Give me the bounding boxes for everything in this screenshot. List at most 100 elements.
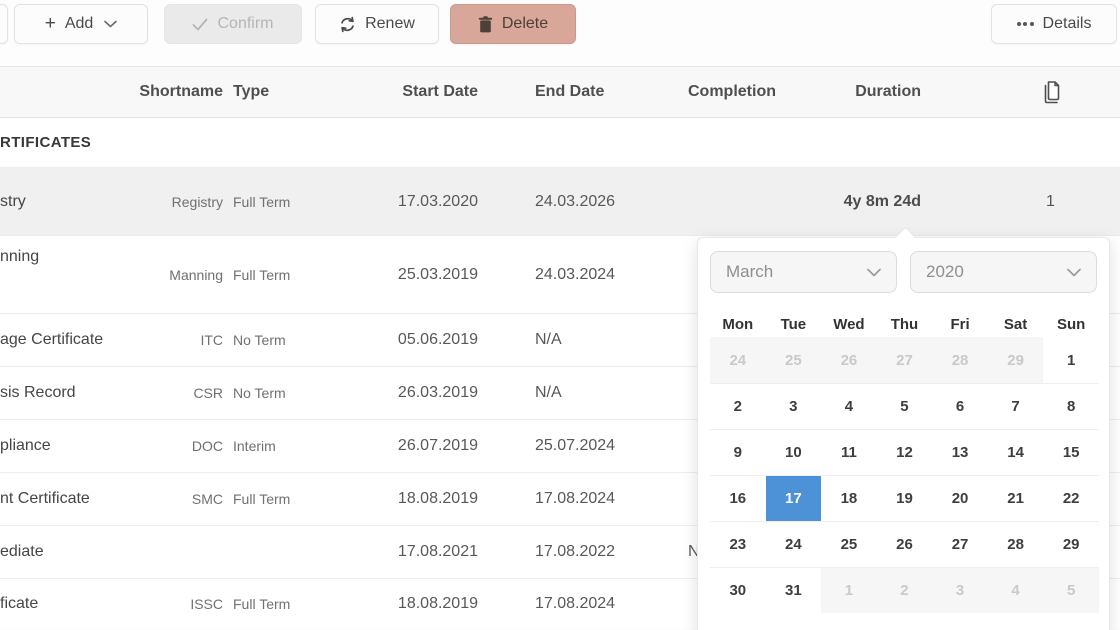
- chevron-down-icon: [104, 20, 117, 28]
- header-shortname: Shortname: [120, 83, 223, 101]
- header-start-date: Start Date: [353, 83, 478, 101]
- calendar-day-grid: 2425262728291234567891011121314151617181…: [710, 337, 1097, 613]
- add-button[interactable]: + Add: [14, 4, 148, 44]
- calendar-day[interactable]: 9: [710, 429, 766, 475]
- calendar-day[interactable]: 11: [821, 429, 877, 475]
- calendar-day[interactable]: 27: [932, 521, 988, 567]
- section-header-label: RTIFICATES: [0, 134, 91, 151]
- toolbar-stub-button[interactable]: [0, 4, 8, 44]
- calendar-day[interactable]: 29: [988, 337, 1044, 383]
- calendar-day[interactable]: 24: [710, 337, 766, 383]
- cell-name: pliance: [0, 437, 120, 455]
- cell-start: 17.03.2020: [353, 193, 478, 211]
- header-end-date: End Date: [478, 83, 685, 101]
- cell-start: 17.08.2021: [353, 543, 478, 561]
- table-row[interactable]: stryRegistryFull Term17.03.202024.03.202…: [0, 168, 1120, 236]
- calendar-day[interactable]: 1: [821, 567, 877, 613]
- calendar-day[interactable]: 6: [932, 383, 988, 429]
- weekday-label: Thu: [877, 316, 933, 333]
- cell-name: stry: [0, 193, 120, 211]
- details-button[interactable]: Details: [991, 4, 1117, 44]
- cell-type: No Term: [223, 332, 353, 348]
- calendar-day[interactable]: 2: [710, 383, 766, 429]
- cell-end: 24.03.2024: [478, 266, 685, 284]
- cell-type: Full Term: [223, 267, 353, 283]
- renew-button[interactable]: Renew: [315, 4, 439, 44]
- cell-start: 18.08.2019: [353, 595, 478, 613]
- month-select[interactable]: March: [710, 251, 897, 293]
- cell-end: N/A: [478, 384, 685, 402]
- copy-icon[interactable]: [1040, 79, 1062, 105]
- renew-button-label: Renew: [365, 15, 415, 33]
- ellipsis-icon: [1017, 22, 1034, 26]
- cell-short: Manning: [120, 267, 223, 283]
- cell-type: Full Term: [223, 491, 353, 507]
- calendar-day[interactable]: 30: [710, 567, 766, 613]
- calendar-day[interactable]: 28: [932, 337, 988, 383]
- cell-name: age Certificate: [0, 331, 120, 349]
- cell-name: sis Record: [0, 384, 120, 402]
- cell-short: Registry: [120, 194, 223, 210]
- calendar-day[interactable]: 19: [877, 475, 933, 521]
- weekday-label: Mon: [710, 316, 766, 333]
- calendar-day[interactable]: 5: [877, 383, 933, 429]
- calendar-day[interactable]: 27: [877, 337, 933, 383]
- calendar-day[interactable]: 2: [877, 567, 933, 613]
- calendar-day[interactable]: 15: [1043, 429, 1099, 475]
- calendar-day[interactable]: 31: [766, 567, 822, 613]
- calendar-day-selected[interactable]: 17: [766, 475, 822, 521]
- confirm-button[interactable]: Confirm: [164, 4, 302, 44]
- cell-type: Interim: [223, 438, 353, 454]
- calendar-day[interactable]: 18: [821, 475, 877, 521]
- calendar-day[interactable]: 3: [766, 383, 822, 429]
- cell-name: nning: [0, 236, 120, 266]
- calendar-day[interactable]: 4: [988, 567, 1044, 613]
- cell-name: ediate: [0, 543, 120, 561]
- cell-name: nt Certificate: [0, 490, 120, 508]
- calendar-day[interactable]: 14: [988, 429, 1044, 475]
- calendar-day[interactable]: 24: [766, 521, 822, 567]
- calendar-day[interactable]: 13: [932, 429, 988, 475]
- add-button-label: Add: [65, 15, 93, 33]
- calendar-day[interactable]: 25: [821, 521, 877, 567]
- cell-end: 24.03.2026: [478, 193, 685, 211]
- cell-type: Full Term: [223, 194, 353, 210]
- confirm-button-label: Confirm: [217, 15, 273, 33]
- calendar-day[interactable]: 25: [766, 337, 822, 383]
- calendar-day[interactable]: 26: [877, 521, 933, 567]
- calendar-day[interactable]: 7: [988, 383, 1044, 429]
- weekday-label: Fri: [932, 316, 988, 333]
- cell-short: DOC: [120, 438, 223, 454]
- cell-end: 17.08.2024: [478, 490, 685, 508]
- calendar-day[interactable]: 5: [1043, 567, 1099, 613]
- calendar-day[interactable]: 22: [1043, 475, 1099, 521]
- cell-start: 26.07.2019: [353, 437, 478, 455]
- calendar-day[interactable]: 21: [988, 475, 1044, 521]
- calendar-day[interactable]: 20: [932, 475, 988, 521]
- cell-name: ficate: [0, 595, 120, 613]
- cell-start: 18.08.2019: [353, 490, 478, 508]
- calendar-day[interactable]: 26: [821, 337, 877, 383]
- calendar-day[interactable]: 8: [1043, 383, 1099, 429]
- cell-start: 26.03.2019: [353, 384, 478, 402]
- calendar-day[interactable]: 4: [821, 383, 877, 429]
- delete-button-label: Delete: [502, 15, 548, 33]
- year-select[interactable]: 2020: [910, 251, 1097, 293]
- calendar-day[interactable]: 29: [1043, 521, 1099, 567]
- calendar-day[interactable]: 23: [710, 521, 766, 567]
- weekday-label: Tue: [766, 316, 822, 333]
- trash-icon: [478, 16, 493, 33]
- delete-button[interactable]: Delete: [450, 4, 576, 44]
- calendar-day[interactable]: 10: [766, 429, 822, 475]
- cell-end: 17.08.2022: [478, 543, 685, 561]
- details-button-label: Details: [1043, 15, 1092, 33]
- calendar-day[interactable]: 28: [988, 521, 1044, 567]
- cell-start: 05.06.2019: [353, 331, 478, 349]
- header-duration: Duration: [805, 83, 921, 101]
- calendar-day[interactable]: 3: [932, 567, 988, 613]
- cell-short: ISSC: [120, 596, 223, 612]
- cell-end: N/A: [478, 331, 685, 349]
- calendar-day[interactable]: 12: [877, 429, 933, 475]
- calendar-day[interactable]: 1: [1043, 337, 1099, 383]
- calendar-day[interactable]: 16: [710, 475, 766, 521]
